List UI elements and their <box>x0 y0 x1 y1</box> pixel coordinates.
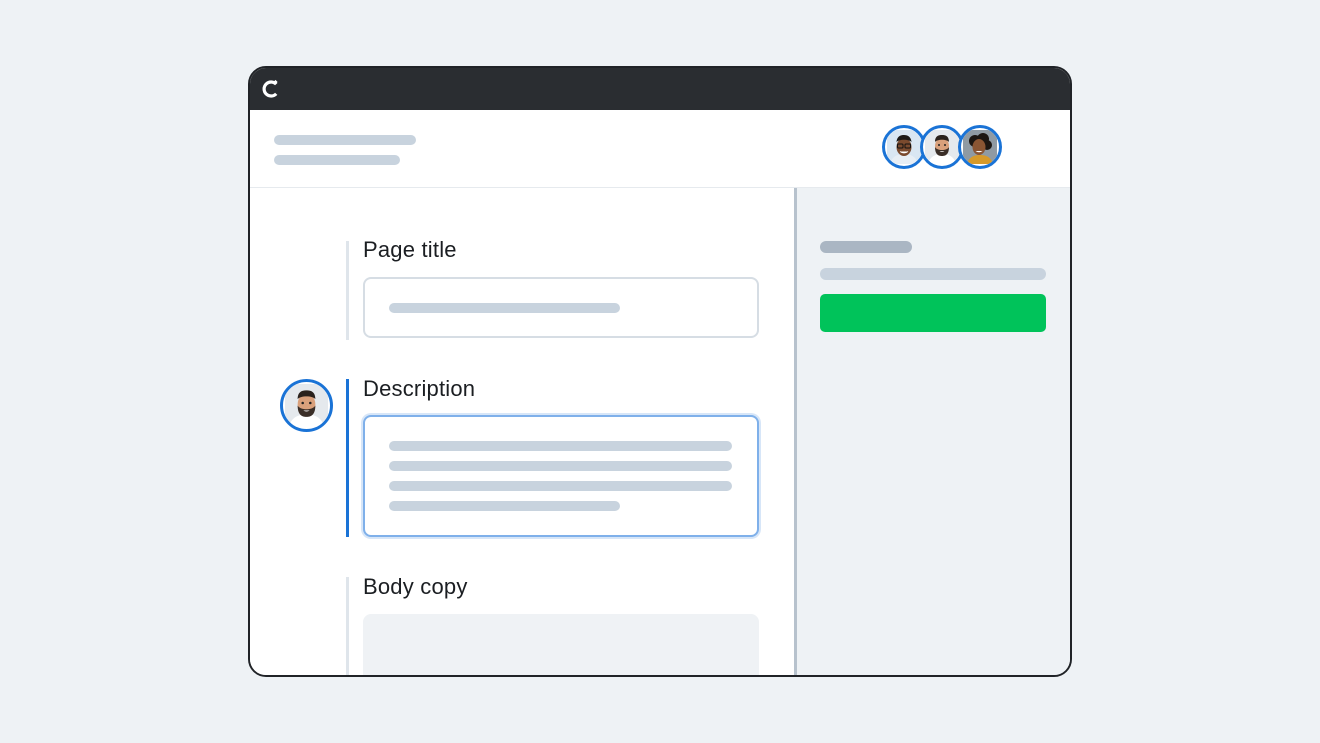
field-indicator-description <box>346 379 349 537</box>
field-label-description: Description <box>363 376 476 401</box>
person-glasses-icon <box>887 130 921 164</box>
settings-sidebar <box>794 188 1070 675</box>
app-window: Page title Description Body copy <box>248 66 1072 677</box>
field-indicator-body-copy <box>346 577 349 675</box>
description-textarea[interactable] <box>363 415 759 537</box>
textarea-line-placeholder <box>389 461 732 471</box>
page-title-input[interactable] <box>363 277 759 338</box>
person-beard-icon <box>285 384 328 427</box>
editor-panel: Page title Description Body copy <box>250 188 794 675</box>
input-text-placeholder <box>389 303 620 313</box>
field-label-body-copy: Body copy <box>363 574 468 599</box>
field-indicator-page-title <box>346 241 349 340</box>
publish-button[interactable] <box>820 294 1046 332</box>
textarea-line-placeholder <box>389 481 732 491</box>
sidebar-heading-placeholder <box>820 241 912 253</box>
body-copy-editor[interactable] <box>363 614 759 675</box>
person-beard-icon <box>925 130 959 164</box>
textarea-line-placeholder <box>389 501 620 511</box>
title-bar <box>250 68 1070 110</box>
person-curly-hair-icon <box>963 130 997 164</box>
page-header <box>250 110 1070 188</box>
collaborator-avatar-3[interactable] <box>958 125 1002 169</box>
c-logo-icon[interactable] <box>261 79 281 99</box>
sidebar-text-placeholder <box>820 268 1046 280</box>
editing-user-avatar[interactable] <box>280 379 333 432</box>
header-subtitle-placeholder <box>274 155 400 165</box>
textarea-line-placeholder <box>389 441 732 451</box>
field-label-page-title: Page title <box>363 237 457 262</box>
header-title-placeholder <box>274 135 416 145</box>
